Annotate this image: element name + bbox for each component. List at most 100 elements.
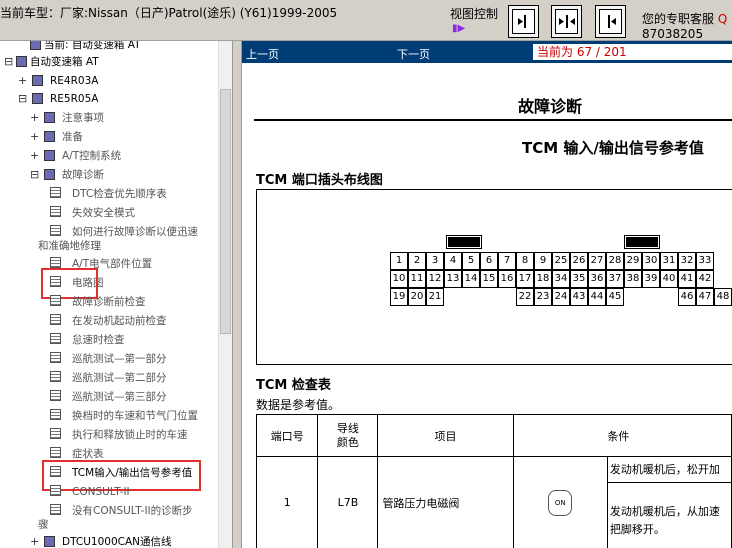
tree-item-can[interactable]: DTCU1000CAN通信线 [62,535,172,548]
page-icon [50,447,61,458]
tree-item-re4r03a[interactable]: RE4R03A [50,74,98,88]
expand-icon[interactable]: + [30,131,39,142]
sidebar-scrollbar[interactable] [218,41,233,548]
connector-pin: 20 [408,288,426,306]
connector-key [448,237,480,247]
connector-pin: 30 [642,252,660,270]
page-nav-bar: 上一页 下一页 当前为 67 / 201 [242,41,732,63]
connector-pin: 24 [552,288,570,306]
connector-pin: 32 [678,252,696,270]
connector-pin: 33 [696,252,714,270]
tree-item-howto-1[interactable]: 如何进行故障诊断以便迅速 [72,225,198,239]
sidebar-tree: 当前: 自动变速箱 AT ⊟ 自动变速箱 AT + RE4R03A ⊟ RE5R… [0,41,218,548]
connector-key [626,237,658,247]
book-icon [32,93,43,104]
connector-pin: 15 [480,270,498,288]
connector-pin: 35 [570,270,588,288]
nav-back-icon [608,15,616,28]
tree-item-lockup-speed[interactable]: 执行和释放锁止时的车速 [72,428,188,442]
document-pane: 上一页 下一页 当前为 67 / 201 故障诊断 TCM 输入/输出信号参考值… [242,41,732,548]
tree-item-diagnosis[interactable]: 故障诊断 [62,168,104,182]
connector-pin: 10 [390,270,408,288]
connector-pin: 19 [390,288,408,306]
connector-pin: 21 [426,288,444,306]
collapse-icon[interactable]: ⊟ [30,169,39,180]
connector-pin: 47 [696,288,714,306]
tree-item-re5r05a[interactable]: RE5R05A [50,92,98,106]
tree-item-preparation[interactable]: 准备 [62,130,83,144]
tree-item-cruise-3[interactable]: 巡航测试—第三部分 [72,390,167,404]
tree-item-no-consult-2[interactable]: 骤 [38,518,49,532]
tree-item-at[interactable]: 自动变速箱 AT [30,55,99,69]
book-icon [44,112,55,123]
check-note: 数据是参考值。 [256,398,341,412]
next-page-link[interactable]: 下一页 [397,46,430,62]
tree-item-cruise-1[interactable]: 巡航测试—第一部分 [72,352,167,366]
connector-pin: 46 [678,288,696,306]
tree-item-before-start[interactable]: 在发动机起动前检查 [72,314,167,328]
cell-wire-color: L7B [317,456,379,548]
connector-diagram: 1 2 3 4 5 6 7 8 9 25 26 27 28 29 30 31 32 33 10 11 12 13 14 15 1… [256,189,732,365]
table-title: TCM 输入/输出信号参考值 [522,139,704,157]
collapse-icon[interactable]: ⊟ [18,93,27,104]
connector-pin: 4 [444,252,462,270]
support-link[interactable]: Q [718,12,727,26]
header-item: 项目 [377,414,514,457]
view-marker-icon: ▮▶ [452,23,466,34]
condition-line: 把脚移开。 [609,523,665,536]
tree-item-current[interactable]: 当前: 自动变速箱 AT [44,41,141,52]
connector-pin: 37 [606,270,624,288]
connector-pin: 40 [660,270,678,288]
condition-line: 发动机暖机后，从加速 [609,505,720,518]
pane-divider[interactable] [232,41,242,548]
nav-forward-button[interactable] [508,5,539,38]
expand-icon[interactable]: + [18,75,27,86]
connector-pin: 6 [480,252,498,270]
collapse-icon[interactable]: ⊟ [4,56,13,67]
connector-title: TCM 端口插头布线图 [256,173,383,188]
tree-item-at-control[interactable]: A/T控制系统 [62,149,121,163]
connector-pin: 42 [696,270,714,288]
page-icon [50,333,61,344]
connector-pin: 14 [462,270,480,288]
tree-item-precautions[interactable]: 注意事项 [62,111,104,125]
nav-forward-icon [518,15,526,28]
tree-item-idle-check[interactable]: 怠速时检查 [72,333,125,347]
section-title: 故障诊断 [518,97,583,116]
page-icon [50,428,61,439]
page-icon [50,504,61,515]
tree-item-dtc-priority[interactable]: DTC检查优先顺序表 [72,187,167,201]
expand-icon[interactable]: + [30,150,39,161]
book-icon [44,169,55,180]
connector-pin: 9 [534,252,552,270]
tree-item-failsafe[interactable]: 失效安全模式 [72,206,135,220]
connector-pin: 12 [426,270,444,288]
split-view-button[interactable] [551,5,582,38]
expand-icon[interactable]: + [30,536,39,547]
tree-item-shift-speed[interactable]: 换档时的车速和节气门位置 [72,409,198,423]
tree-item-howto-2[interactable]: 和准确地修理 [38,239,101,253]
check-table: 端口号 导线颜色 项目 条件 1 L7B 管路压力电磁阀 ON 发动机暖机后，松… [255,414,732,548]
connector-pin: 8 [516,252,534,270]
tree-item-cruise-2[interactable]: 巡航测试—第二部分 [72,371,167,385]
page-icon [50,390,61,401]
nav-back-button[interactable] [595,5,626,38]
cell-icon: ON [512,456,608,548]
page-icon [50,206,61,217]
prev-page-link[interactable]: 上一页 [246,46,279,62]
scrollbar-thumb[interactable] [220,89,231,334]
connector-pin: 38 [624,270,642,288]
expand-icon[interactable]: + [30,112,39,123]
header-condition: 条件 [607,414,732,457]
connector-pin: 18 [534,270,552,288]
tree-item-no-consult-1[interactable]: 没有CONSULT-II的诊断步 [72,504,193,518]
connector-pin: 41 [678,270,696,288]
connector-pin: 5 [462,252,480,270]
tree-item-pre-check[interactable]: 故障诊断前检查 [72,295,146,309]
tree-item-consult[interactable]: CONSULT-II [72,485,130,499]
support-phone: 87038205 [642,27,704,41]
connector-pin: 3 [426,252,444,270]
tree-item-symptom-table[interactable]: 症状表 [72,447,104,461]
connector-pin: 26 [570,252,588,270]
condition-line: 发动机暖机后，松开加 [607,457,731,483]
